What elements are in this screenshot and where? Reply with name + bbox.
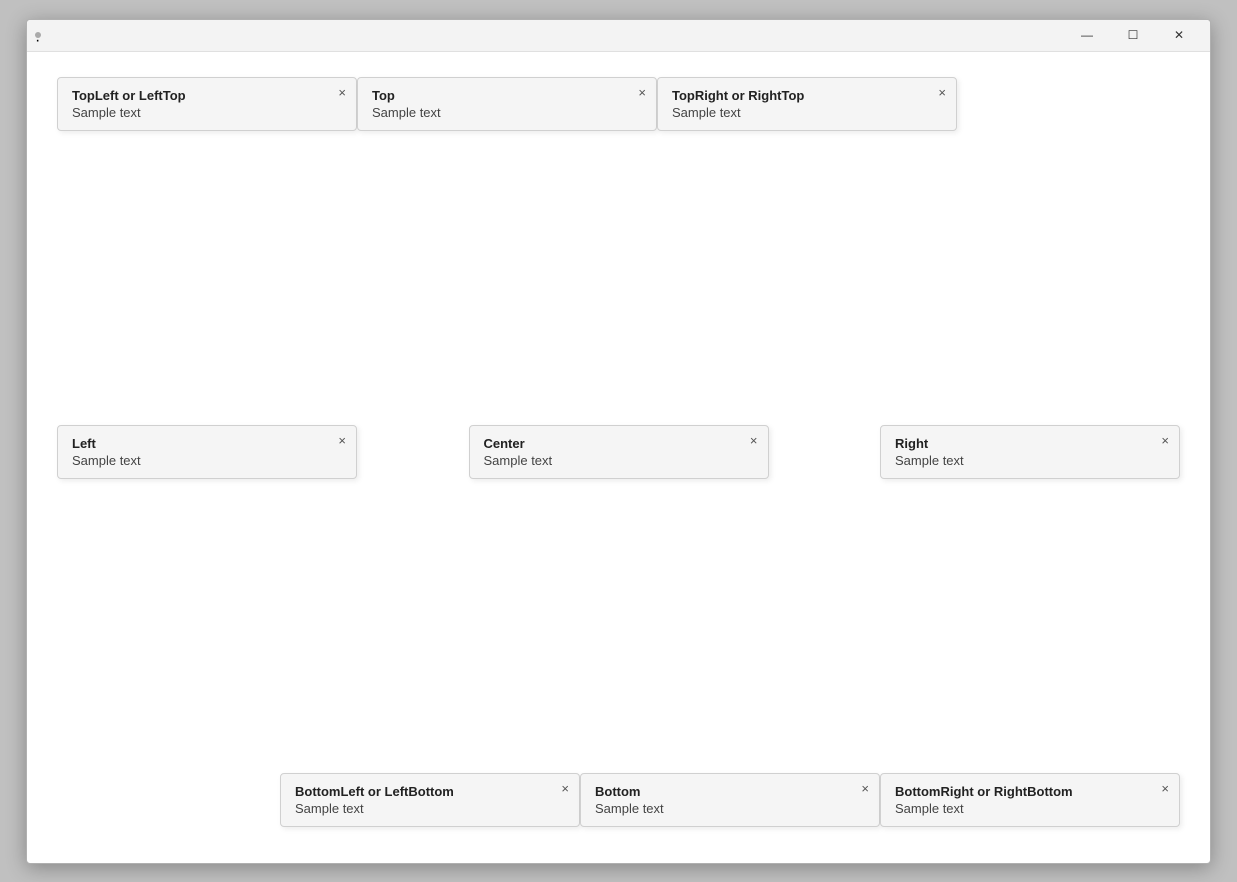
card-left-title: Left (72, 436, 342, 451)
card-bottomleft-text: Sample text (295, 801, 565, 816)
card-topright: TopRight or RightTop Sample text × (657, 77, 957, 131)
card-center: Center Sample text × (469, 425, 769, 479)
card-center-close[interactable]: × (750, 434, 758, 447)
card-bottomleft-close[interactable]: × (561, 782, 569, 795)
window-controls: — ☐ ✕ (1064, 19, 1202, 51)
card-topleft-text: Sample text (72, 105, 342, 120)
maximize-button[interactable]: ☐ (1110, 19, 1156, 51)
card-right-close[interactable]: × (1161, 434, 1169, 447)
card-topright-close[interactable]: × (938, 86, 946, 99)
middle-row: Left Sample text × Center Sample text × … (57, 345, 1180, 559)
card-bottomright-title: BottomRight or RightBottom (895, 784, 1165, 799)
card-top-title: Top (372, 88, 642, 103)
card-top-text: Sample text (372, 105, 642, 120)
title-dot: · (35, 32, 41, 38)
main-content: TopLeft or LeftTop Sample text × Top Sam… (27, 52, 1210, 863)
spacer-bottom (57, 559, 1180, 773)
spacer-top (57, 131, 1180, 345)
close-button[interactable]: ✕ (1156, 19, 1202, 51)
bottom-row: BottomLeft or LeftBottom Sample text × B… (280, 773, 1180, 827)
card-top-close[interactable]: × (638, 86, 646, 99)
card-bottom: Bottom Sample text × (580, 773, 880, 827)
card-topleft-title: TopLeft or LeftTop (72, 88, 342, 103)
card-bottom-title: Bottom (595, 784, 865, 799)
card-right-title: Right (895, 436, 1165, 451)
main-window: · — ☐ ✕ TopLeft or LeftTop Sample text ×… (26, 19, 1211, 864)
card-bottom-close[interactable]: × (861, 782, 869, 795)
card-center-title: Center (484, 436, 754, 451)
card-bottom-text: Sample text (595, 801, 865, 816)
card-right: Right Sample text × (880, 425, 1180, 479)
minimize-button[interactable]: — (1064, 19, 1110, 51)
card-topleft-close[interactable]: × (338, 86, 346, 99)
card-right-text: Sample text (895, 453, 1165, 468)
card-bottomright: BottomRight or RightBottom Sample text × (880, 773, 1180, 827)
title-bar: · — ☐ ✕ (27, 20, 1210, 52)
top-row: TopLeft or LeftTop Sample text × Top Sam… (57, 77, 957, 131)
card-center-text: Sample text (484, 453, 754, 468)
card-left-text: Sample text (72, 453, 342, 468)
card-bottomright-text: Sample text (895, 801, 1165, 816)
card-left: Left Sample text × (57, 425, 357, 479)
card-topleft: TopLeft or LeftTop Sample text × (57, 77, 357, 131)
card-top: Top Sample text × (357, 77, 657, 131)
card-bottomright-close[interactable]: × (1161, 782, 1169, 795)
card-topright-text: Sample text (672, 105, 942, 120)
card-left-close[interactable]: × (338, 434, 346, 447)
card-bottomleft: BottomLeft or LeftBottom Sample text × (280, 773, 580, 827)
card-topright-title: TopRight or RightTop (672, 88, 942, 103)
card-bottomleft-title: BottomLeft or LeftBottom (295, 784, 565, 799)
